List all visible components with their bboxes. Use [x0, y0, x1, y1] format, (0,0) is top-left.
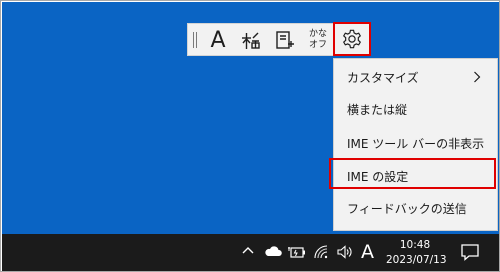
screen: A かな オフ カスタマイズ 横または縦 IME ツール バーの非表示 IME … — [0, 0, 500, 272]
battery-icon — [288, 247, 305, 258]
volume-button[interactable] — [336, 245, 354, 259]
ime-pad-button[interactable] — [238, 25, 262, 55]
notification-icon — [461, 244, 479, 261]
ime-mode-indicator[interactable]: A — [361, 241, 374, 263]
menu-item-send-feedback[interactable]: フィードバックの送信 — [334, 195, 497, 221]
menu-item-hide-toolbar[interactable]: IME ツール バーの非表示 — [334, 130, 497, 156]
highlight-frame — [329, 158, 496, 189]
clock-date: 2023/07/13 — [386, 254, 447, 266]
menu-item-orientation[interactable]: 横または縦 — [334, 96, 497, 122]
chevron-up-icon — [242, 247, 254, 254]
speaker-icon — [337, 245, 352, 259]
ime-pad-icon — [242, 32, 260, 49]
network-button[interactable] — [314, 245, 330, 259]
ime-context-menu: カスタマイズ 横または縦 IME ツール バーの非表示 IME の設定 フィード… — [333, 58, 498, 231]
kana-input-toggle[interactable]: かな オフ — [306, 25, 330, 55]
menu-item-label: フィードバックの送信 — [347, 201, 467, 216]
wifi-icon — [314, 245, 328, 259]
menu-item-customize[interactable]: カスタマイズ — [334, 64, 497, 90]
kana-label-line2: オフ — [308, 40, 327, 50]
clock[interactable]: 10:48 2023/07/13 — [386, 238, 447, 268]
action-center-button[interactable] — [460, 243, 480, 265]
gear-icon — [342, 29, 362, 49]
input-mode-button[interactable]: A — [206, 25, 230, 55]
battery-button[interactable] — [288, 245, 306, 259]
kana-label-line1: かな — [308, 29, 327, 39]
menu-item-label: IME ツール バーの非表示 — [347, 136, 485, 151]
onedrive-button[interactable] — [264, 245, 282, 257]
clock-time: 10:48 — [399, 239, 431, 251]
chevron-right-icon — [474, 71, 481, 83]
ime-settings-button[interactable] — [333, 22, 371, 56]
show-hidden-icons-button[interactable] — [242, 245, 254, 255]
cloud-icon — [265, 246, 282, 256]
menu-item-label: カスタマイズ — [347, 70, 419, 85]
drag-handle-icon[interactable] — [193, 32, 199, 48]
add-word-icon — [276, 31, 294, 49]
taskbar: A 10:48 2023/07/13 — [2, 234, 499, 271]
dictionary-button[interactable] — [272, 25, 296, 55]
menu-item-label: 横または縦 — [347, 102, 408, 117]
